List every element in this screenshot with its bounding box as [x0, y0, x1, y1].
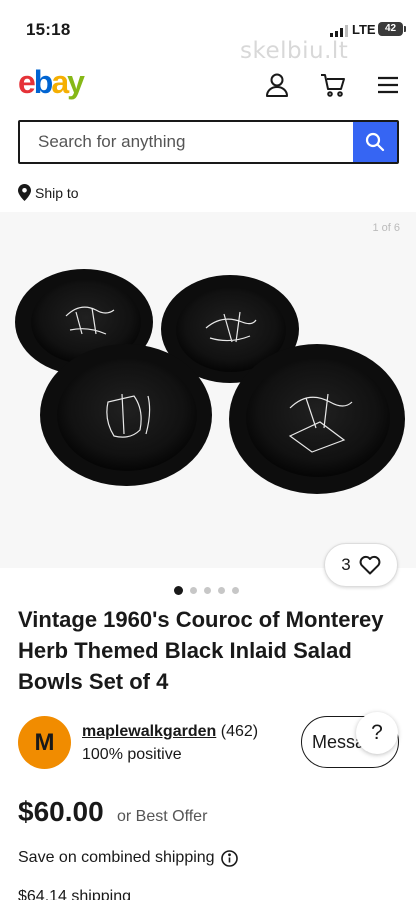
page-dot[interactable] [204, 587, 211, 594]
seller-name-row: maplewalkgarden (462) [82, 723, 258, 741]
ship-to[interactable]: Ship to [18, 184, 79, 201]
account-icon[interactable] [264, 72, 290, 98]
listing-title: Vintage 1960's Couroc of Monterey Herb T… [18, 607, 384, 694]
watch-button[interactable]: 3 [324, 543, 398, 587]
battery-icon: 42 [378, 22, 406, 36]
image-gallery[interactable]: 1 of 6 [0, 212, 416, 568]
best-offer-label: or Best Offer [117, 808, 208, 825]
logo-letter-y: y [67, 64, 85, 100]
page-dot[interactable] [218, 587, 225, 594]
status-time: 15:18 [26, 20, 71, 39]
logo-letter-a: a [51, 64, 69, 100]
ship-to-label: Ship to [35, 184, 79, 201]
search-bar [18, 120, 399, 164]
cart-icon[interactable] [320, 72, 346, 98]
seller-name-link[interactable]: maplewalkgarden [82, 723, 216, 740]
info-icon[interactable] [220, 849, 238, 867]
combined-shipping-label: Save on combined shipping [18, 849, 215, 866]
combined-shipping[interactable]: Save on combined shipping [18, 849, 238, 867]
product-image [15, 269, 405, 494]
gallery-pagination [174, 586, 239, 595]
search-button[interactable] [353, 122, 397, 162]
price: $60.00 [18, 796, 104, 827]
menu-icon[interactable] [375, 72, 401, 98]
page-dot[interactable] [174, 586, 183, 595]
network-label: LTE [352, 22, 376, 37]
status-bar: 15:18 LTE 42 [0, 0, 416, 58]
logo-letter-e: e [18, 64, 36, 100]
search-input[interactable] [20, 122, 353, 162]
heart-icon [359, 555, 381, 575]
help-button[interactable]: ? [356, 712, 398, 754]
ebay-logo[interactable]: ebay [18, 64, 85, 101]
shipping-cost: $64.14 shipping [18, 888, 131, 900]
search-icon [365, 132, 385, 152]
location-pin-icon [18, 184, 31, 201]
logo-letter-b: b [33, 64, 53, 100]
image-counter: 1 of 6 [372, 222, 400, 234]
seller-avatar[interactable]: M [18, 716, 71, 769]
signal-icon [330, 25, 348, 37]
page-dot[interactable] [232, 587, 239, 594]
seller-card: M maplewalkgarden (462) 100% positive Me… [18, 712, 408, 770]
header: ebay [0, 58, 416, 112]
seller-positive: 100% positive [82, 746, 182, 763]
like-count: 3 [341, 555, 351, 574]
seller-feedback-count: (462) [220, 723, 259, 740]
page-dot[interactable] [190, 587, 197, 594]
